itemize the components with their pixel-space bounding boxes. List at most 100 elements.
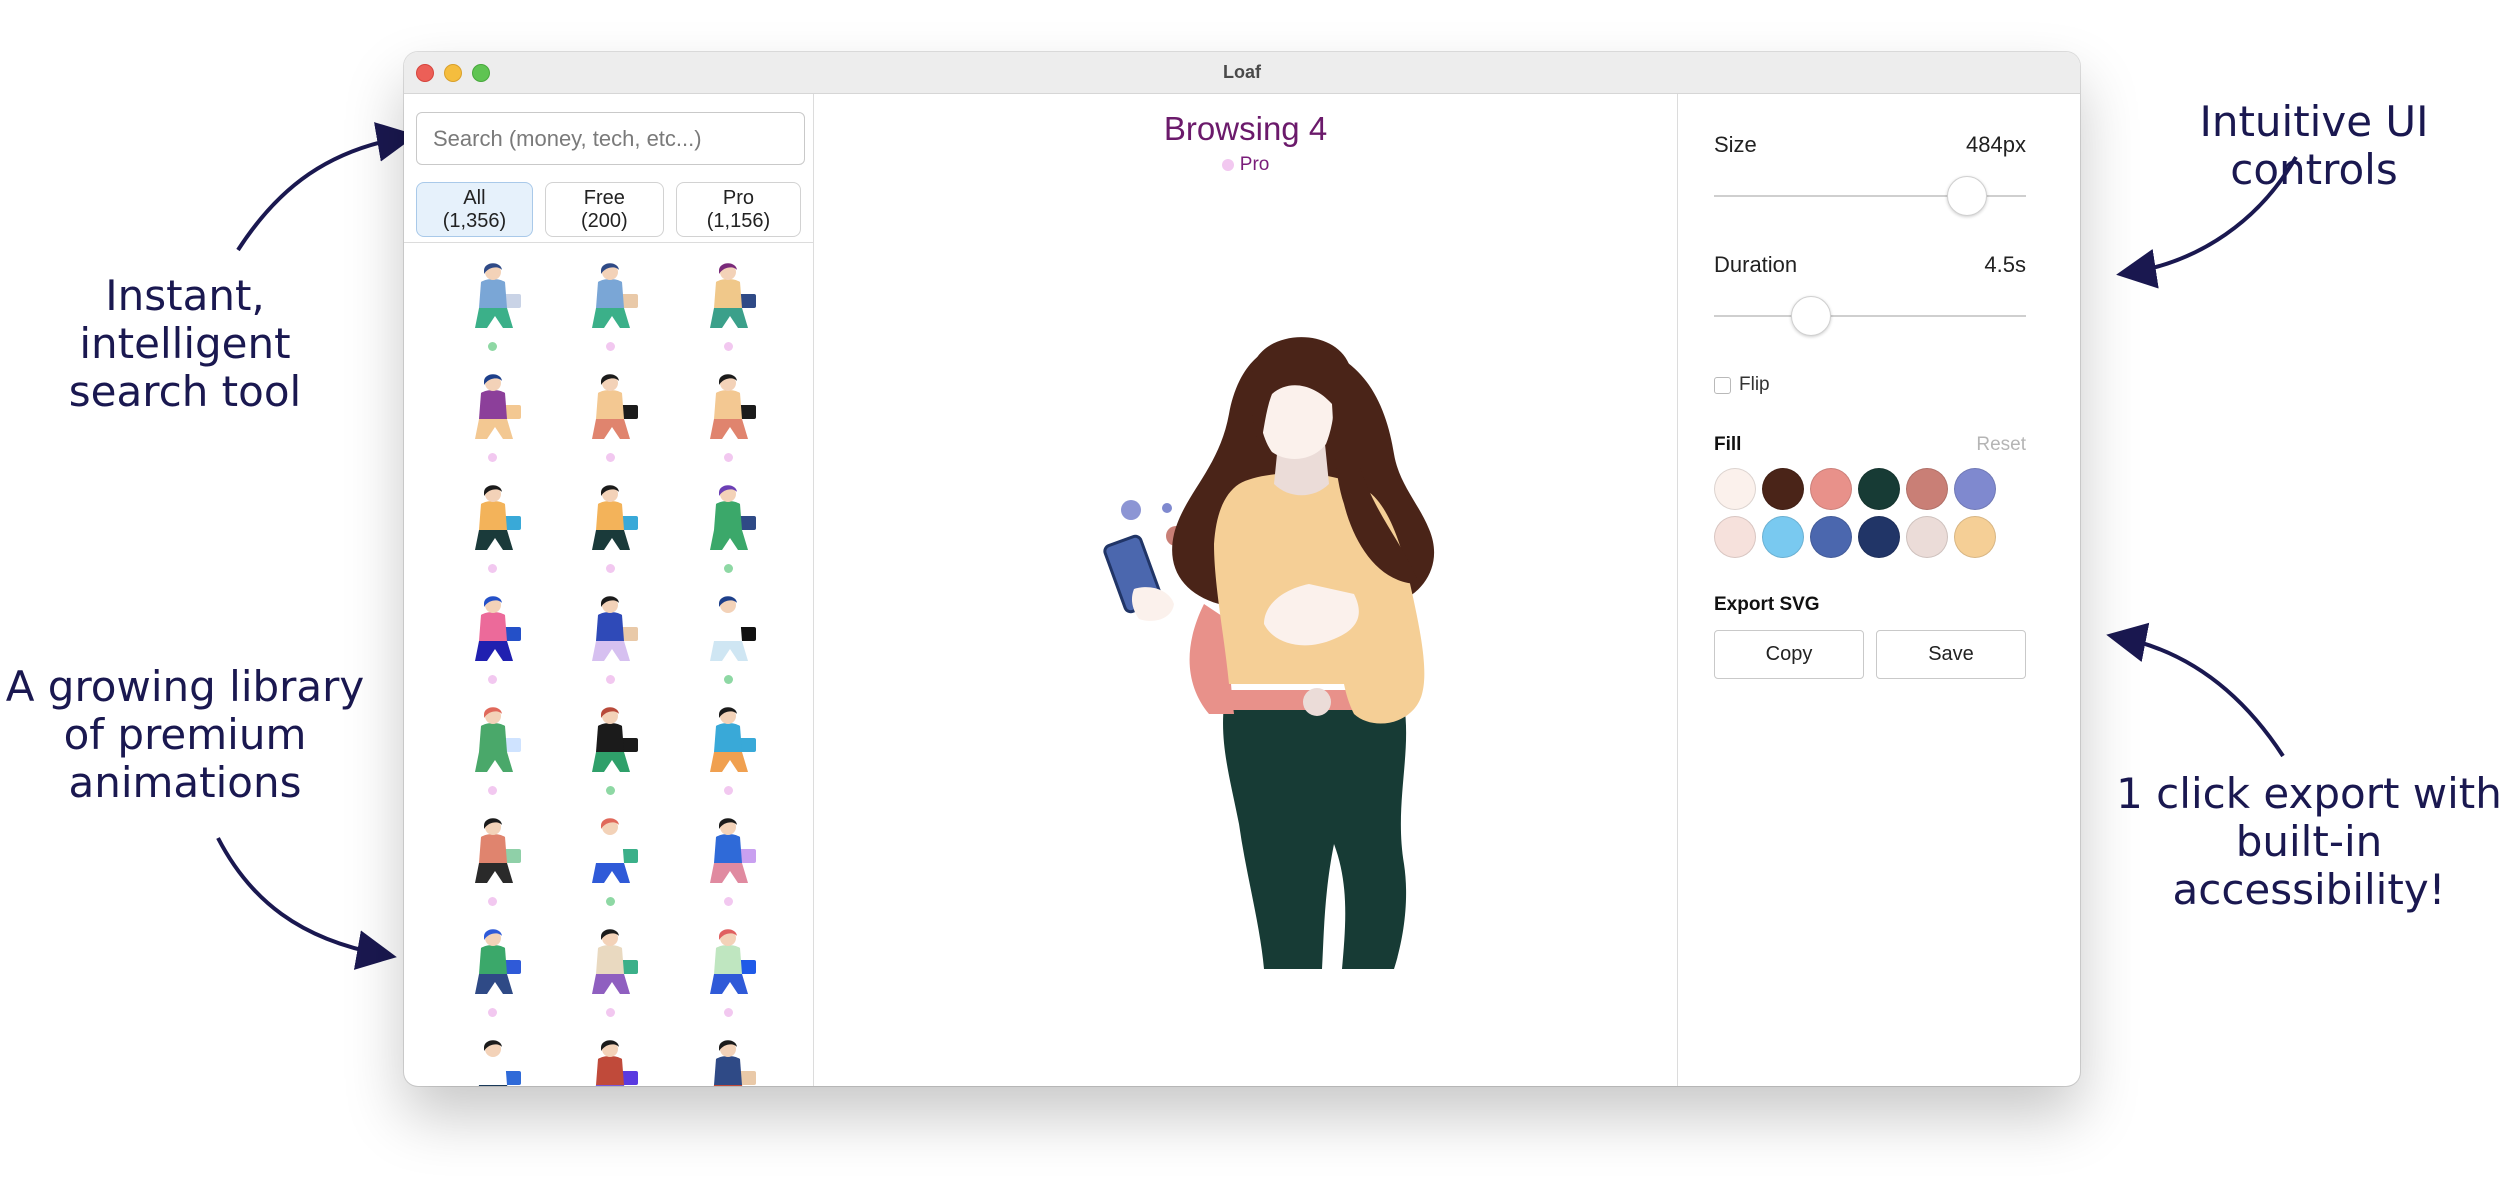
pro-tier-dot-icon [723, 1008, 733, 1017]
annotation-library: A growing library of premium animations [5, 662, 365, 807]
illustration-thumbnail[interactable] [448, 700, 538, 800]
minimize-button[interactable] [444, 64, 462, 82]
color-swatch[interactable] [1906, 468, 1948, 510]
reset-button[interactable]: Reset [1976, 434, 2026, 456]
grid-row [404, 811, 813, 922]
hand [1132, 587, 1175, 621]
title-bar: Loaf [404, 52, 2080, 94]
illustration-thumbnail[interactable] [683, 589, 773, 689]
filter-free[interactable]: Free (200) [544, 182, 664, 237]
color-swatch[interactable] [1858, 468, 1900, 510]
illustration-thumbnail[interactable] [565, 589, 655, 689]
color-swatch[interactable] [1810, 468, 1852, 510]
animation-preview [1103, 337, 1435, 969]
pro-tier-dot-icon [723, 342, 733, 351]
color-swatch[interactable] [1762, 468, 1804, 510]
arrow-to-search [236, 122, 417, 252]
window-title: Loaf [1223, 62, 1261, 82]
color-swatch[interactable] [1906, 516, 1948, 558]
illustration-thumbnail[interactable] [448, 478, 538, 578]
grid-row [404, 478, 813, 589]
color-swatch[interactable] [1858, 516, 1900, 558]
free-tier-dot-icon [488, 342, 498, 351]
pro-tier-dot-icon [488, 897, 498, 906]
grid-row [404, 922, 813, 1033]
annotation-search: Instant, intelligent search tool [68, 271, 302, 416]
export-label: Export SVG [1714, 594, 1820, 615]
illustration-icon [710, 929, 757, 994]
illustration-thumbnail[interactable] [683, 1033, 773, 1086]
app-window: Loaf All (1,356) Free (200) Pro (1,156) … [404, 52, 2080, 1086]
search-input[interactable] [416, 112, 805, 165]
illustration-thumbnail[interactable] [683, 256, 773, 356]
illustration-thumbnail[interactable] [448, 256, 538, 356]
size-label: Size [1714, 132, 1757, 157]
preview-pane: Browsing 4 Pro [814, 94, 1678, 1086]
bubble [1162, 503, 1173, 513]
save-button[interactable]: Save [1876, 630, 2026, 679]
pro-tier-dot-icon [723, 786, 733, 795]
illustration-thumbnail[interactable] [565, 922, 655, 1022]
illustration-thumbnail[interactable] [565, 700, 655, 800]
illustration-thumbnail[interactable] [565, 478, 655, 578]
close-button[interactable] [416, 64, 434, 82]
illustration-thumbnail[interactable] [448, 367, 538, 467]
illustration-thumbnail[interactable] [683, 700, 773, 800]
illustration-icon [474, 374, 521, 439]
sidebar: All (1,356) Free (200) Pro (1,156) [404, 94, 815, 1086]
tier-badge: Pro [814, 154, 1677, 176]
filter-pro[interactable]: Pro (1,156) [675, 182, 802, 237]
illustration-icon [710, 818, 757, 883]
illustration-icon [713, 1040, 757, 1086]
illustration-thumbnail[interactable] [565, 256, 655, 356]
pro-tier-dot-icon [605, 342, 615, 351]
free-tier-dot-icon [723, 675, 733, 684]
flip-control[interactable]: Flip [1714, 374, 2026, 396]
maximize-button[interactable] [472, 64, 490, 82]
size-slider-handle[interactable] [1946, 176, 1987, 216]
illustration-thumbnail[interactable] [683, 478, 773, 578]
illustration-icon [474, 596, 521, 661]
annotation-ui-controls: Intuitive UI controls [2199, 97, 2429, 194]
pro-tier-dot-icon [488, 564, 498, 573]
illustration-icon [592, 374, 639, 439]
grid-row [404, 700, 813, 811]
grid-row [404, 256, 813, 367]
duration-slider-handle[interactable] [1790, 296, 1831, 336]
illustration-thumbnail[interactable] [683, 811, 773, 911]
illustration-thumbnail[interactable] [448, 1033, 538, 1086]
free-tier-dot-icon [605, 897, 615, 906]
flip-checkbox[interactable] [1714, 376, 1731, 394]
illustration-icon [710, 374, 757, 439]
color-swatch[interactable] [1954, 468, 1996, 510]
illustration-thumbnail[interactable] [565, 367, 655, 467]
pro-tier-dot-icon [488, 675, 498, 684]
illustration-thumbnail[interactable] [565, 1033, 655, 1086]
illustration-thumbnail[interactable] [448, 922, 538, 1022]
color-swatch[interactable] [1714, 468, 1756, 510]
size-slider[interactable] [1714, 176, 2026, 216]
color-swatch[interactable] [1954, 516, 1996, 558]
illustration-thumbnail[interactable] [448, 811, 538, 911]
illustration-icon [596, 1040, 639, 1086]
tier-label: Pro [1239, 154, 1270, 175]
color-swatch[interactable] [1762, 516, 1804, 558]
filter-all[interactable]: All (1,356) [416, 182, 533, 237]
color-swatch[interactable] [1810, 516, 1852, 558]
free-tier-dot-icon [723, 564, 733, 573]
illustration-icon [474, 818, 521, 883]
fill-label: Fill [1714, 434, 1742, 455]
illustration-thumbnail[interactable] [565, 811, 655, 911]
duration-value: 4.5s [1984, 252, 2026, 277]
color-swatch[interactable] [1714, 516, 1756, 558]
annotation-export: 1 click export with built-in accessibili… [2116, 769, 2502, 914]
illustration-thumbnail[interactable] [683, 922, 773, 1022]
bubble [1121, 500, 1142, 520]
preview-title: Browsing 4 [1163, 110, 1328, 147]
window-controls [416, 64, 490, 82]
copy-button[interactable]: Copy [1714, 630, 1864, 679]
illustration-thumbnail[interactable] [683, 367, 773, 467]
illustration-thumbnail[interactable] [448, 589, 538, 689]
duration-label: Duration [1714, 252, 1798, 277]
duration-slider[interactable] [1714, 296, 2026, 336]
